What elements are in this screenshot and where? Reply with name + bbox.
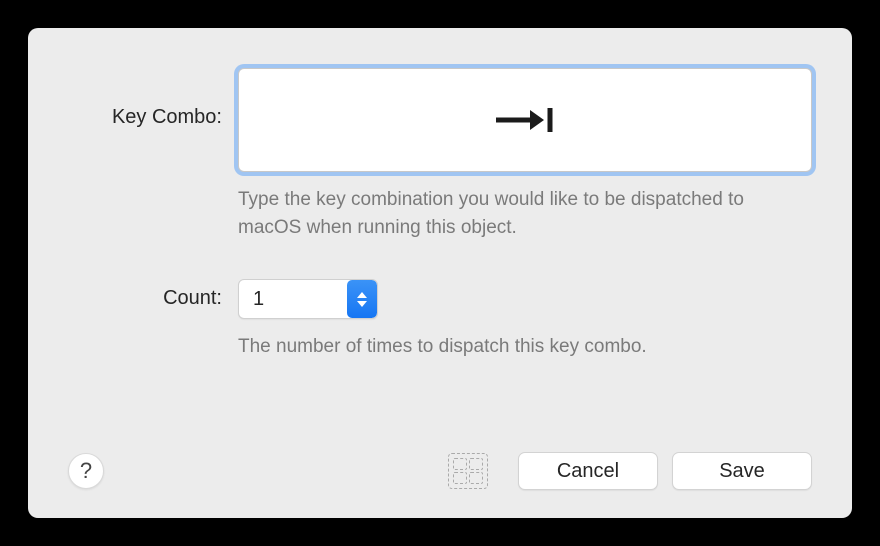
grid-cell xyxy=(453,472,467,484)
grid-view-icon[interactable] xyxy=(448,453,488,489)
key-combo-row: Key Combo: Type the key combination you … xyxy=(68,68,812,241)
help-button[interactable]: ? xyxy=(68,453,104,489)
count-value: 1 xyxy=(239,280,347,318)
grid-cell xyxy=(469,472,483,484)
count-label: Count: xyxy=(68,279,238,310)
tab-key-icon xyxy=(494,105,556,135)
cancel-button[interactable]: Cancel xyxy=(518,452,658,490)
count-help-text: The number of times to dispatch this key… xyxy=(238,333,812,361)
grid-cell xyxy=(469,458,483,470)
count-row: Count: 1 The number of times to dispatch… xyxy=(68,279,812,361)
key-combo-field[interactable] xyxy=(238,68,812,172)
save-button[interactable]: Save xyxy=(672,452,812,490)
count-stepper[interactable] xyxy=(347,280,377,318)
count-input-col: 1 The number of times to dispatch this k… xyxy=(238,279,812,361)
chevron-up-icon xyxy=(357,292,367,298)
key-combo-dialog: Key Combo: Type the key combination you … xyxy=(28,28,852,518)
key-combo-label: Key Combo: xyxy=(68,68,238,129)
key-combo-help-text: Type the key combination you would like … xyxy=(238,186,812,241)
chevron-down-icon xyxy=(357,301,367,307)
count-select[interactable]: 1 xyxy=(238,279,378,319)
key-combo-input-col: Type the key combination you would like … xyxy=(238,68,812,241)
grid-cell xyxy=(453,458,467,470)
button-bar: ? Cancel Save xyxy=(68,452,812,490)
